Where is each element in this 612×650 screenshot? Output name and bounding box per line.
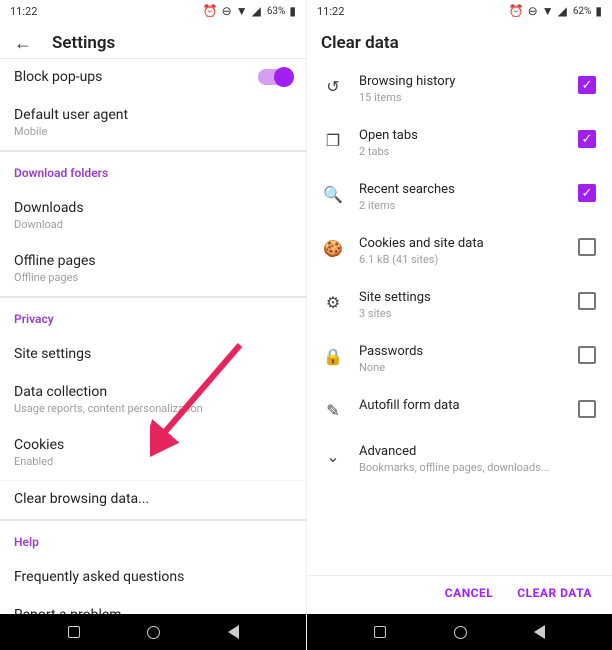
checkbox[interactable]: [578, 238, 596, 256]
nav-home-icon[interactable]: [454, 626, 467, 639]
signal-icon: ◢: [558, 4, 567, 18]
clear-data-item-title: Cookies and site data: [359, 236, 562, 251]
clear-data-item[interactable]: ⌄ Advanced Bookmarks, offline pages, downl…: [307, 434, 612, 488]
nav-recents-icon[interactable]: [374, 626, 386, 638]
cookies-icon: 🍪: [323, 236, 343, 258]
cookies-row[interactable]: Cookies Enabled: [0, 427, 306, 480]
report-problem-row[interactable]: Report a problem: [0, 597, 306, 614]
status-icons: ⏰ ⊖ ▼ ◢ 63% ▮: [203, 4, 296, 18]
clear-data-item-sub: 6.1 kB (41 sites): [359, 253, 562, 266]
section-header: Download folders: [0, 151, 306, 190]
battery-text: 63%: [267, 6, 286, 17]
settings-icon: ⚙: [323, 290, 343, 312]
status-bar: 11:22 ⏰ ⊖ ▼ ◢ 62% ▮: [307, 0, 612, 22]
clear-data-item[interactable]: ❐ Open tabs 2 tabs ✓: [307, 118, 612, 172]
back-icon[interactable]: ←: [14, 33, 32, 54]
downloads-row[interactable]: Downloads Download: [0, 190, 306, 243]
search-icon: 🔍: [323, 182, 343, 204]
clear-data-item[interactable]: ✎ Autofill form data: [307, 388, 612, 434]
status-time: 11:22: [317, 5, 509, 18]
clear-data-item[interactable]: 🔍 Recent searches 2 items ✓: [307, 172, 612, 226]
android-nav-bar: [0, 614, 306, 650]
section-header: Help: [0, 520, 306, 559]
data-collection-row[interactable]: Data collection Usage reports, content p…: [0, 374, 306, 427]
wifi-icon: ▼: [542, 4, 554, 18]
settings-screen: 11:22 ⏰ ⊖ ▼ ◢ 63% ▮ ← Settings Block pop…: [0, 0, 306, 650]
clear-data-item[interactable]: 🔒 Passwords None: [307, 334, 612, 388]
nav-back-icon[interactable]: [534, 625, 545, 639]
android-nav-bar: [307, 614, 612, 650]
status-bar: 11:22 ⏰ ⊖ ▼ ◢ 63% ▮: [0, 0, 306, 22]
wifi-icon: ▼: [236, 4, 248, 18]
block-popups-row[interactable]: Block pop-ups: [0, 59, 306, 97]
checkbox[interactable]: [578, 292, 596, 310]
clear-data-item-sub: 15 items: [359, 91, 562, 104]
status-time: 11:22: [10, 5, 203, 18]
clear-data-item-sub: 3 sites: [359, 307, 562, 320]
checkbox[interactable]: ✓: [578, 76, 596, 94]
clear-data-item-title: Recent searches: [359, 182, 562, 197]
alarm-icon: ⏰: [203, 4, 218, 18]
checkbox[interactable]: ✓: [578, 184, 596, 202]
page-title: Settings: [52, 33, 115, 53]
nav-home-icon[interactable]: [147, 626, 160, 639]
app-bar: Clear data: [307, 22, 612, 64]
clear-data-item-sub: Bookmarks, offline pages, downloads...: [359, 461, 596, 474]
clear-data-item-title: Autofill form data: [359, 398, 562, 413]
clear-data-item[interactable]: 🍪 Cookies and site data 6.1 kB (41 sites): [307, 226, 612, 280]
clear-data-item[interactable]: ↺ Browsing history 15 items ✓: [307, 64, 612, 118]
edit-icon: ✎: [323, 398, 343, 420]
section-header: Privacy: [0, 297, 306, 336]
battery-icon: ▮: [595, 4, 602, 18]
nav-recents-icon[interactable]: [68, 626, 80, 638]
checkbox[interactable]: [578, 400, 596, 418]
alarm-icon: ⏰: [509, 4, 524, 18]
clear-browsing-data-row[interactable]: Clear browsing data...: [0, 480, 306, 520]
page-title: Clear data: [321, 33, 399, 53]
chevron-down-icon: ⌄: [323, 444, 343, 466]
clear-data-item-title: Open tabs: [359, 128, 562, 143]
clear-data-item-sub: 2 tabs: [359, 145, 562, 158]
cancel-button[interactable]: CANCEL: [445, 586, 493, 600]
lock-icon: 🔒: [323, 344, 343, 366]
site-settings-row[interactable]: Site settings: [0, 336, 306, 374]
dnd-icon: ⊖: [528, 4, 538, 18]
battery-text: 62%: [573, 6, 592, 17]
history-icon: ↺: [323, 74, 343, 96]
clear-data-item-title: Browsing history: [359, 74, 562, 89]
checkbox[interactable]: ✓: [578, 130, 596, 148]
settings-list[interactable]: Block pop-ups Default user agent Mobile …: [0, 58, 306, 614]
clear-data-item-title: Site settings: [359, 290, 562, 305]
clear-data-item-title: Passwords: [359, 344, 562, 359]
clear-data-screen: 11:22 ⏰ ⊖ ▼ ◢ 62% ▮ Clear data ↺ Browsing…: [306, 0, 612, 650]
clear-data-item[interactable]: ⚙ Site settings 3 sites: [307, 280, 612, 334]
clear-data-list: ↺ Browsing history 15 items ✓ ❐ Open tabs 2 ta…: [307, 64, 612, 575]
dnd-icon: ⊖: [222, 4, 232, 18]
clear-data-item-title: Advanced: [359, 444, 596, 459]
battery-icon: ▮: [289, 4, 296, 18]
checkbox[interactable]: [578, 346, 596, 364]
clear-data-button[interactable]: CLEAR DATA: [517, 586, 592, 600]
signal-icon: ◢: [252, 4, 261, 18]
tabs-icon: ❐: [323, 128, 343, 150]
offline-pages-row[interactable]: Offline pages Offline pages: [0, 243, 306, 297]
nav-back-icon[interactable]: [228, 625, 239, 639]
clear-data-item-sub: 2 items: [359, 199, 562, 212]
clear-data-item-sub: None: [359, 361, 562, 374]
dialog-actions: CANCEL CLEAR DATA: [307, 575, 612, 614]
status-icons: ⏰ ⊖ ▼ ◢ 62% ▮: [509, 4, 602, 18]
block-popups-toggle[interactable]: [258, 69, 292, 85]
faq-row[interactable]: Frequently asked questions: [0, 559, 306, 597]
default-user-agent-row[interactable]: Default user agent Mobile: [0, 97, 306, 151]
